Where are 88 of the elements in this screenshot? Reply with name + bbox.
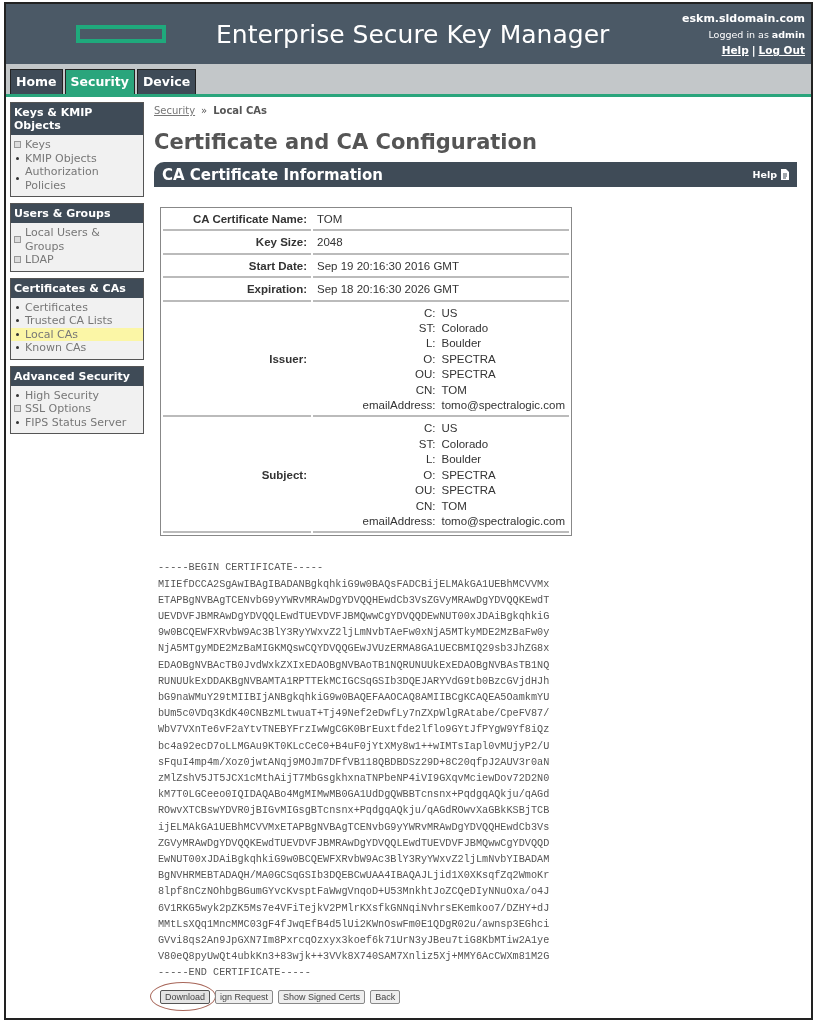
sidebar-item[interactable]: SSL Options [11,402,143,416]
action-button[interactable]: ign Request [215,989,274,1004]
attribute-key: O: [362,351,436,368]
field-label: CA Certificate Name: [163,210,311,232]
attribute-value: Boulder [441,336,483,352]
attribute-value: Boulder [441,452,483,468]
field-label: Subject: [163,419,311,534]
sidebar-item[interactable]: Local CAs [11,327,143,341]
attribute-key: ST: [362,321,436,337]
page-title: Certificate and CA Configuration [154,130,538,154]
bullet-icon [16,305,19,309]
bullet-icon [16,332,19,336]
help-link[interactable]: Help [752,169,789,180]
attribute-key: ST: [362,436,436,453]
attribute-value: SPECTRA [441,367,497,383]
sidebar-item[interactable]: Certificates [11,300,143,314]
sidebar-item[interactable]: Trusted CA Lists [11,314,143,328]
help-link[interactable]: Help [721,44,749,56]
field-value: TOM [313,210,569,232]
attribute-value: tomo@spectralogic.com [441,398,565,414]
logout-link[interactable]: Log Out [758,44,805,56]
attribute-value: Colorado [441,436,490,452]
attribute-value: SPECTRA [441,483,497,499]
attribute-key: emailAddress: [362,513,436,530]
attribute-value: SPECTRA [441,351,497,367]
attribute-key: CN: [362,498,436,514]
field-label: Key Size: [163,233,311,255]
attribute-key: L: [362,336,436,352]
attribute-key: OU: [362,483,436,499]
sidebar-item[interactable]: High Security [11,388,143,402]
sidebar-item[interactable]: Local Users & Groups [11,226,143,253]
sidebar-item[interactable]: LDAP [11,253,143,267]
bullet-icon [16,420,19,424]
host-name: eskm.sldomain.com [682,12,805,25]
bullet-icon [16,346,19,350]
attribute-key: OU: [362,367,436,383]
panel-heading: Advanced Security [11,366,143,386]
field-label: Start Date: [163,256,311,279]
expand-icon[interactable] [14,405,21,413]
attribute-value: US [441,421,459,437]
action-button[interactable]: Show Signed Certs [278,989,366,1004]
panel-heading: Certificates & CAs [11,278,143,298]
panel-heading: Keys & KMIP Objects [11,103,143,135]
field-value: 2048 [313,233,569,255]
breadcrumb-current: Local CAs [213,105,268,116]
attribute-key: CN: [362,382,436,399]
certificate-text: -----BEGIN CERTIFICATE----- MIIEfDCCA2SgAwIBAgIBADANBgkqhkiG9w0BAQsFADCBijELMAkGA1UEBhMCVVMx ETAPBgNVBAgTCENvbG9yYWRvMRAwDgYDVQQHEwdCb3VsZGVyMRAwDgYDVQQKEwdT UEVDVFJBMRAwDgYDVQQLEwdTUEVDVFJBMQwwCgYDVQQDEwNUT00xJDAiBgkqhkiG 9w0BCQEWFXRvbW9Ac3BlY3RyYWxvZ2ljLmNvbTAeFw0xNjA5MTkyMDE2MzBaFw0y NjA5MTgyMDE2MzBaMIGKMQswCQYDVQQGEwJVUzERMA8GA1UECBMIQ29sb3JhZG8x EDAOBgNVBAcTB0JvdWxkZXIxEDAOBgNVBAoTB1NQRUNUUkExEDAOBgNVBAsTB1NQ RUNUUkExDDAKBgNVBAMTA1RPTTEkMCIGCSqGSIb3DQEJARYVdG9tb0BzcGVjdHJh bG9naWMuY29tMIIBIjANBgkqhkiG9w0BAQEFAAOCAQ8AMIIBCgKCAQEA5OamkmYU bUm5c0VDq3KdK40CNBzMLtwuaT+Tj49Nef2eDwfLy7nZXpWlgRAtabe/CpeFV87/ WbV7VXnTe6vF2aYtvTNEBYFrzIwWgCGK0BrEuxtfde2lflo9GYtJfPYgW9Yf8iQz bc4a92ecD7oLLMGAu9KT0KLcCeC0+B4uF0jYtXMy8w1++wIMTsIapl0vMUjyP2/U sFquI4mp4m/Xoz0jwtANqj9MOJm7DFfVB118QBDBDSz29D+8C20qfpJ2AUV3r0aN zMlZshV5JT5JCX1cMthAijT7MbGsgkhxnaTNPbeNP4iVI9GXqvMciewDov72D2N0 kM7T0LGCeeo0IQIDAQABo4MgMIMwMB0GA1UdDgQWBBTcnsnx+PqdgqAQkju/qAGd ROwvXTCBswYDVR0jBIGvMIGsgBTcnsnx+PqdgqAQkju/qAGdROwvXaGBkKSBjTCB ijELMAkGA1UEBhMCVVMxETAPBgNVBAgTCENvbG9yYWRvMRAwDgYDVQQHEwdCb3Vs ZGVyMRAwDgYDVQQKEwdTUEVDVFJBMRAwDgYDVQQLEwdTUEVDVFJBMQwwCgYDVQQD EwNUT00xJDAiBgkqhkiG9w0BCQEWFXRvbW9Ac3BlY3RyYWxvZ2ljLmNvbYIBADAM BgNVHRMEBTADAQH/MA0GCSqGSIb3DQEBCwUAA4IBAQAJLjid1X0XKsqfZq2WmoKr 8lpf8nCzNOhbgBGumGYvcKvsptFaWwgVnqoD+U53MnkhtJoZCQeDIyNNuOxa/o4J 6V1RKG5wyk2pZK5Ms7e4VFiTejkV2PMlrKXsfkGNNqiNvhrsEKemkoo7/DZHY+dJ MMtLsXQq1MncMMC03gF4fJwqEfB4d5lUi2KWnOswFm0E1QDgR02u/awnsp3EGhci GVvi8qs2An9JpGXN7Im8PxrcqOzxyx3koef6k71UrN3yJBeu7tiG8KbMTiw2A1ye V80eQ8pyUwQt4ubkKn3+83wjk++3VVk8X740SAM7Xnliz5Xj+MMY6AcCWXm81M2G -----END CERTIFICATE----- [158,561,551,981]
attribute-value: SPECTRA [441,467,497,483]
field-value: Sep 19 20:16:30 2016 GMT [313,256,569,279]
bullet-icon [16,177,19,180]
attribute-key: L: [362,452,436,468]
attribute-value: US [441,305,459,321]
sidebar-item[interactable]: KMIP Objects [11,151,143,165]
expand-icon[interactable] [14,256,21,264]
bullet-icon [16,393,19,397]
attribute-value: tomo@spectralogic.com [441,513,565,529]
field-value: Sep 18 20:16:30 2026 GMT [313,280,569,302]
expand-icon[interactable] [14,236,21,243]
link-separator: | [751,44,756,56]
bullet-icon [16,156,19,160]
nav-tab[interactable]: Security [64,69,135,94]
document-icon [780,169,789,180]
attribute-value: Colorado [441,321,490,337]
nav-tab[interactable]: Home [10,69,63,94]
attribute-value: TOM [441,498,468,514]
breadcrumb-link[interactable]: Security [154,105,196,116]
sidebar-item[interactable]: FIPS Status Server [11,415,143,429]
attribute-key: emailAddress: [362,398,436,414]
panel-heading: Users & Groups [11,204,143,223]
expand-icon[interactable] [14,141,21,149]
field-label: Expiration: [163,280,311,302]
nav-tab[interactable]: Device [136,69,197,94]
attribute-value: TOM [441,382,468,398]
action-button[interactable]: Back [370,989,401,1004]
action-button[interactable]: Download [160,989,211,1004]
breadcrumb-separator: » [201,105,208,116]
app-title: Enterprise Secure Key Manager [216,19,611,49]
sidebar-item[interactable]: Keys [11,138,143,152]
attribute-key: C: [362,305,436,322]
logo-icon [76,25,166,43]
field-label: Issuer: [163,303,311,418]
sidebar-item[interactable]: Known CAs [11,341,143,355]
section-title: CA Certificate Information [162,165,383,184]
attribute-key: C: [362,421,436,437]
bullet-icon [16,319,19,323]
sidebar-item[interactable]: Authorization Policies [11,165,143,192]
attribute-key: O: [362,467,436,484]
login-status: Logged in as admin [708,29,805,40]
